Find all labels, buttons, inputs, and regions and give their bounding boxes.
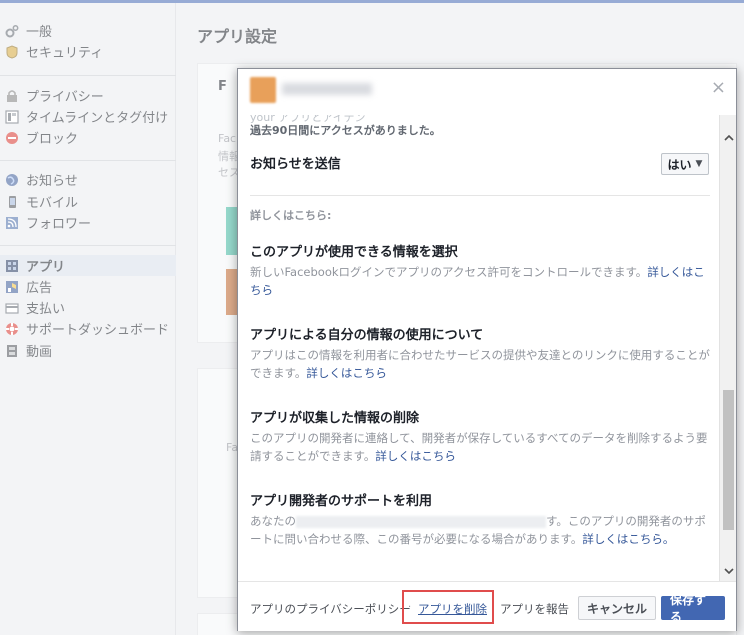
section-desc-text: あなたの — [250, 514, 296, 528]
privacy-policy-link[interactable]: アプリのプライバシーポリシー — [250, 601, 411, 617]
learn-more-link[interactable]: 詳しくはこちら — [306, 366, 387, 380]
report-app-link[interactable]: アプリを報告 — [500, 601, 569, 617]
learn-more-link[interactable]: 詳しくはこちら。 — [582, 532, 674, 546]
scroll-up-icon[interactable] — [720, 129, 736, 146]
section-title: このアプリが使用できる情報を選択 — [250, 245, 458, 260]
save-button[interactable]: 保存する — [661, 593, 725, 624]
chevron-down-icon: ▼ — [695, 159, 703, 169]
scroll-down-icon[interactable] — [720, 562, 736, 579]
app-icon — [250, 77, 276, 103]
close-icon[interactable]: × — [711, 77, 726, 98]
app-settings-dialog: × your アプリとアイテン 過去90日間にアクセスがありました。 お知らせを… — [237, 68, 737, 631]
notifications-select[interactable]: はい ▼ — [661, 153, 709, 175]
cancel-button[interactable]: キャンセル — [578, 596, 656, 620]
learn-more-link[interactable]: 詳しくはこちら — [375, 449, 456, 463]
dialog-header: × — [238, 69, 736, 115]
redacted-id — [296, 515, 546, 528]
section-title: アプリが収集した情報の削除 — [250, 411, 420, 426]
section-desc-text: このアプリの開発者に連絡して、開発者が保存しているすべてのデータを削除するよう要… — [250, 431, 708, 463]
section-desc-text: 新しいFacebookログインでアプリのアクセス許可をコントロールできます。 — [250, 265, 648, 279]
last-access-text: 過去90日間にアクセスがありました。 — [250, 124, 441, 137]
notifications-label: お知らせを送信 — [250, 157, 341, 172]
section-title: アプリによる自分の情報の使用について — [250, 328, 484, 343]
section-title: アプリ開発者のサポートを利用 — [250, 494, 433, 509]
section-description: あなたの す。このアプリの開発者のサポートに問い合わせる際、この番号が必要になる場… — [250, 512, 710, 548]
dialog-footer: アプリのプライバシーポリシー · アプリを削除 アプリを報告 キャンセル 保存す… — [238, 581, 736, 631]
scrollbar-thumb[interactable] — [723, 390, 734, 530]
section-description: このアプリの開発者に連絡して、開発者が保存しているすべてのデータを削除するよう要… — [250, 429, 710, 465]
app-name-redacted — [282, 83, 372, 95]
scrollbar[interactable] — [719, 115, 736, 581]
remove-app-link[interactable]: アプリを削除 — [418, 601, 487, 617]
section-description: アプリはこの情報を利用者に合わせたサービスの提供や友達とのリンクに使用することが… — [250, 346, 710, 382]
divider — [250, 195, 710, 196]
notifications-select-value: はい — [667, 157, 692, 172]
learn-more-heading: 詳しくはこちら: — [250, 209, 332, 222]
section-description: 新しいFacebookログインでアプリのアクセス許可をコントロールできます。詳し… — [250, 263, 710, 299]
dialog-body: your アプリとアイテン 過去90日間にアクセスがありました。 お知らせを送信… — [238, 115, 736, 581]
